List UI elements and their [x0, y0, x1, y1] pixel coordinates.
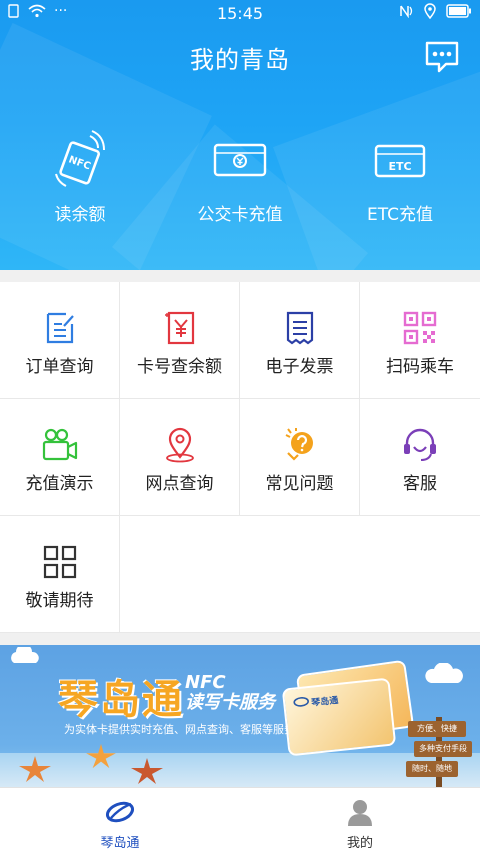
e-invoice-button[interactable]: 电子发票 [240, 282, 360, 399]
nav-mine-label: 我的 [346, 836, 373, 851]
section-divider [0, 270, 480, 282]
sign-plank: 方便、快捷 [408, 721, 466, 737]
order-query-button[interactable]: 订单查询 [0, 282, 120, 399]
card-brand-text: 琴岛通 [310, 696, 339, 709]
card-balance-button[interactable]: 卡号查余额 [120, 282, 240, 399]
banner-title: 琴岛通 [58, 676, 184, 723]
svg-text:NFC: NFC [67, 154, 92, 172]
user-icon [348, 800, 372, 826]
nfc-card-icon: NFC [55, 130, 105, 187]
order-icon [46, 312, 74, 344]
transit-card-image: 琴岛通 [281, 677, 397, 757]
recharge-demo-button[interactable]: 充值演示 [0, 399, 120, 516]
section-divider [0, 633, 480, 645]
qr-code-icon [403, 311, 437, 345]
card-balance-icon [164, 311, 194, 345]
cloud-icon [425, 663, 463, 683]
faq-label: 常见问题 [265, 474, 334, 494]
qindaotong-card-logo-icon [293, 697, 309, 707]
scan-ride-button[interactable]: 扫码乘车 [360, 282, 480, 399]
starfish-icon [86, 743, 116, 769]
outlet-query-label: 网点查询 [145, 474, 214, 494]
grid-icon [43, 545, 76, 579]
cloud-icon [11, 647, 39, 663]
video-camera-icon [42, 428, 77, 461]
page-title: 我的青岛 [190, 46, 290, 74]
header: ··· 15:45 我的青岛 NFC 读余额 公交卡充值 ETC ETC充值 [0, 0, 480, 270]
coming-soon-button[interactable]: 敬请期待 [0, 516, 120, 633]
banner-nfc-line1: NFC [185, 672, 226, 693]
chat-bubble-icon [425, 41, 459, 73]
battery-icon [446, 4, 471, 18]
read-balance-button[interactable]: NFC 读余额 [0, 130, 160, 225]
empty-grid-area [120, 516, 480, 633]
etc-recharge-label: ETC充值 [367, 205, 433, 225]
sign-plank: 多种支付手段 [414, 741, 472, 757]
etc-recharge-button[interactable]: ETC ETC充值 [320, 130, 480, 225]
invoice-icon [286, 311, 313, 345]
banner-nfc-line2: 读写卡服务 [185, 692, 275, 713]
faq-bulb-icon [285, 428, 313, 461]
nav-qindaotong-tab[interactable]: 琴岛通 [0, 788, 240, 853]
nav-mine-tab[interactable]: 我的 [240, 788, 480, 853]
banner-nfc-text: NFC 读写卡服务 [185, 673, 275, 713]
status-bar: ··· 15:45 [0, 0, 480, 26]
bus-card-recharge-label: 公交卡充值 [197, 205, 283, 225]
sign-plank: 随时、随地 [406, 761, 458, 777]
customer-service-button[interactable]: 客服 [360, 399, 480, 516]
card-balance-label: 卡号查余额 [137, 357, 222, 377]
read-balance-label: 读余额 [54, 205, 106, 225]
order-query-label: 订单查询 [25, 357, 94, 377]
headset-icon [404, 428, 436, 461]
bus-card-recharge-button[interactable]: 公交卡充值 [160, 130, 320, 225]
scan-ride-label: 扫码乘车 [386, 357, 454, 377]
location-status-icon [424, 3, 436, 19]
e-invoice-label: 电子发票 [265, 357, 334, 377]
svg-text:ETC: ETC [388, 160, 411, 173]
outlet-query-button[interactable]: 网点查询 [120, 399, 240, 516]
nfc-status-icon [400, 5, 413, 18]
location-icon [165, 427, 194, 463]
quick-actions: NFC 读余额 公交卡充值 ETC ETC充值 [0, 130, 480, 225]
bus-card-recharge-icon [213, 143, 267, 177]
recharge-demo-label: 充值演示 [25, 474, 94, 494]
banner-subtitle: 为实体卡提供实时充值、网点查询、客服等服务 [64, 723, 295, 736]
message-button[interactable] [424, 40, 460, 74]
starfish-icon [19, 756, 51, 782]
qindaotong-logo-icon [105, 801, 135, 823]
starfish-icon [131, 758, 163, 784]
faq-button[interactable]: 常见问题 [240, 399, 360, 516]
bottom-nav: 琴岛通 我的 [0, 787, 480, 853]
promo-banner[interactable]: 琴岛通 NFC 读写卡服务 为实体卡提供实时充值、网点查询、客服等服务 琴岛通 … [0, 645, 480, 787]
etc-card-icon: ETC [374, 144, 426, 178]
nav-qindaotong-label: 琴岛通 [100, 836, 140, 851]
customer-service-label: 客服 [403, 474, 437, 494]
coming-soon-label: 敬请期待 [25, 591, 94, 611]
